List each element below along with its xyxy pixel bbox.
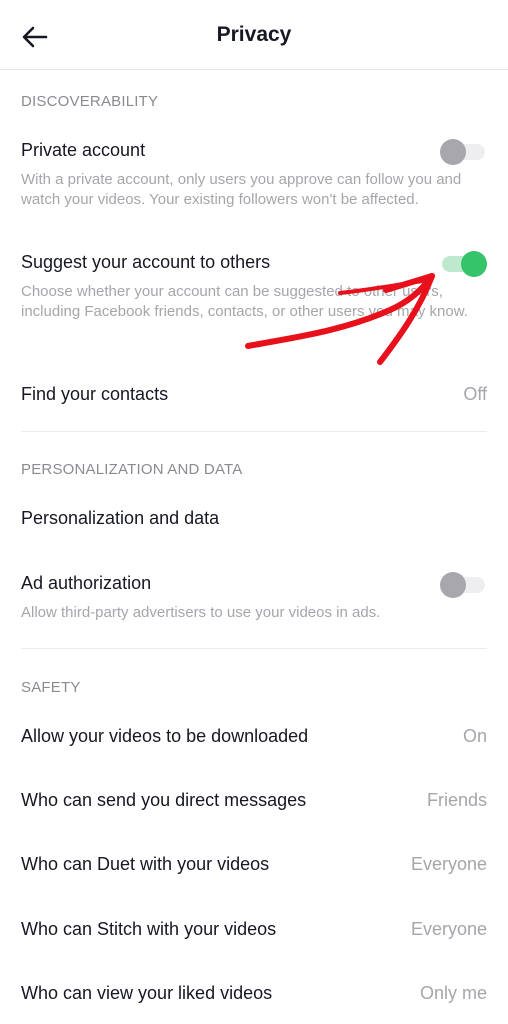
ad-authorization-description: Allow third-party advertisers to use you… <box>21 604 381 621</box>
section-header-safety: SAFETY <box>21 679 81 696</box>
section-divider <box>21 431 487 432</box>
ad-authorization-label: Ad authorization <box>21 573 152 593</box>
toggle-knob <box>440 572 466 598</box>
top-bar: Privacy <box>0 0 508 70</box>
direct-messages-label: Who can send you direct messages <box>21 790 307 810</box>
suggest-account-description: Choose whether your account can be sugge… <box>21 283 468 320</box>
allow-downloads-label: Allow your videos to be downloaded <box>21 726 309 746</box>
find-contacts-value: Off <box>463 384 487 404</box>
stitch-value: Everyone <box>410 919 487 939</box>
suggest-account-label: Suggest your account to others <box>21 252 271 272</box>
private-account-toggle[interactable] <box>440 139 487 165</box>
suggest-account-toggle[interactable] <box>440 251 487 277</box>
direct-messages-value: Friends <box>426 790 487 810</box>
liked-videos-value: Only me <box>419 983 487 1003</box>
allow-downloads-value: On <box>462 726 487 746</box>
personalization-data-label: Personalization and data <box>21 508 220 528</box>
toggle-knob <box>461 251 487 277</box>
section-header-discoverability: DISCOVERABILITY <box>21 93 159 110</box>
duet-label: Who can Duet with your videos <box>21 854 270 874</box>
stitch-label: Who can Stitch with your videos <box>21 919 277 939</box>
duet-value: Everyone <box>410 854 487 874</box>
ad-authorization-toggle[interactable] <box>440 572 487 598</box>
section-header-personalization: PERSONALIZATION AND DATA <box>21 461 243 478</box>
find-contacts-label: Find your contacts <box>21 384 169 404</box>
toggle-knob <box>440 139 466 165</box>
page-title: Privacy <box>216 23 292 46</box>
section-divider <box>21 648 487 649</box>
private-account-description: With a private account, only users you a… <box>21 171 462 208</box>
private-account-label: Private account <box>21 140 146 160</box>
liked-videos-label: Who can view your liked videos <box>21 983 273 1003</box>
